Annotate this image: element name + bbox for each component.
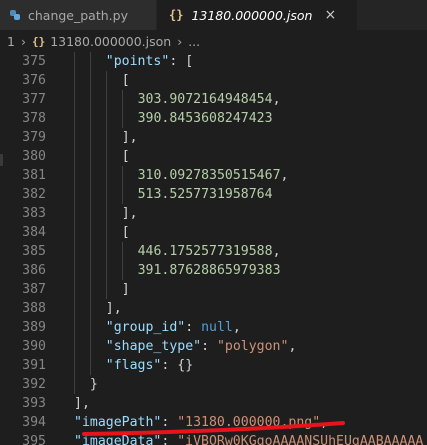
json-file-icon: {} [169, 8, 184, 22]
tab-bar: change_path.py {} 13180.000000.json × [0, 0, 427, 30]
json-file-icon: {} [31, 34, 46, 48]
breadcrumb-more[interactable]: ... [188, 34, 200, 49]
tab-label: change_path.py [28, 7, 128, 23]
tab-13180-json[interactable]: {} 13180.000000.json × [157, 0, 357, 30]
chevron-right-icon: › [177, 33, 183, 49]
breadcrumb-root[interactable]: 1 [7, 34, 15, 49]
red-underline-annotation [82, 421, 345, 436]
code-editor[interactable]: 375 "points": [376[377 303.9072164948454, 3… [0, 52, 427, 445]
breadcrumb: 1 › {} 13180.000000.json › ... [0, 30, 427, 52]
python-file-icon [10, 10, 20, 20]
underline-stroke [82, 421, 345, 436]
breadcrumb-file[interactable]: 13180.000000.json [50, 34, 171, 49]
tab-label: 13180.000000.json [191, 7, 313, 23]
close-icon[interactable]: × [324, 7, 336, 23]
tab-change-path-py[interactable]: change_path.py [0, 0, 157, 30]
chevron-right-icon: › [20, 33, 26, 49]
